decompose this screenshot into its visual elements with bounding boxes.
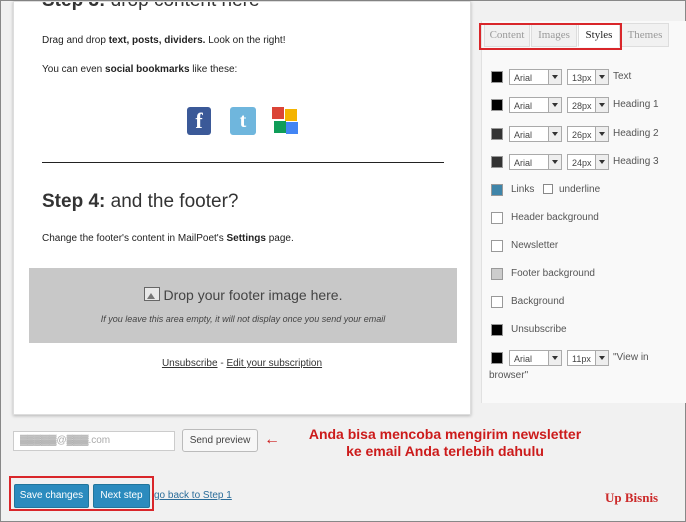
next-step-button[interactable]: Next step [93, 484, 150, 508]
annotation-line-1: Anda bisa mencoba mengirim newsletter [308, 426, 582, 442]
footer-instructions: Change the footer's content in MailPoet'… [42, 233, 294, 244]
text-style-label: Text [613, 71, 632, 82]
heading2-font-select[interactable]: Arial [509, 126, 562, 142]
annotation-arrow-icon: ← [264, 431, 280, 448]
text-size-select[interactable]: 13px [567, 69, 609, 85]
go-back-link[interactable]: go back to Step 1 [154, 490, 232, 501]
chevron-down-icon [595, 98, 608, 112]
underline-label: underline [559, 184, 601, 195]
background-color-swatch[interactable] [491, 296, 503, 308]
panel-tabs: Content Images Styles Themes [479, 23, 686, 50]
annotation-text: Anda bisa mencoba mengirim newsletter ke… [290, 426, 600, 460]
chevron-down-icon [548, 70, 561, 84]
view-in-browser-size-select[interactable]: 11px [567, 350, 609, 366]
heading3-style-label: Heading 3 [613, 156, 659, 167]
editor-side-panel: Content Images Styles Themes Arial 13px … [479, 21, 686, 403]
chevron-down-icon [595, 70, 608, 84]
heading3-color-swatch[interactable] [491, 156, 503, 168]
view-in-browser-label-line1: "View in [613, 352, 649, 363]
chevron-down-icon [548, 127, 561, 141]
heading1-color-swatch[interactable] [491, 99, 503, 111]
unsubscribe-label: Unsubscribe [511, 324, 567, 335]
tabs-highlight-box [479, 23, 622, 50]
heading3-size-select[interactable]: 24px [567, 154, 609, 170]
header-background-color-swatch[interactable] [491, 212, 503, 224]
screenshot-frame: Step 3: drop content here Drag and drop … [0, 0, 686, 522]
save-changes-button[interactable]: Save changes [14, 484, 89, 508]
twitter-icon[interactable]: t [230, 107, 256, 135]
edit-subscription-link[interactable]: Edit your subscription [226, 358, 322, 369]
heading2-style-label: Heading 2 [613, 128, 659, 139]
step4-heading: Step 4: and the footer? [42, 191, 239, 212]
chevron-down-icon [595, 351, 608, 365]
heading2-color-swatch[interactable] [491, 128, 503, 140]
chevron-down-icon [595, 127, 608, 141]
watermark-logo: Up Bisnis [605, 490, 659, 505]
text-color-swatch[interactable] [491, 71, 503, 83]
footer-links: Unsubscribe - Edit your subscription [14, 358, 470, 369]
chevron-down-icon [548, 98, 561, 112]
social-bookmarks-text: You can even social bookmarks like these… [42, 64, 238, 75]
footer-dropzone-note: If you leave this area empty, it will no… [100, 314, 386, 324]
annotation-line-2: ke email Anda terlebih dahulu [346, 443, 544, 459]
chevron-down-icon [548, 155, 561, 169]
newsletter-color-swatch[interactable] [491, 240, 503, 252]
image-icon [143, 287, 160, 301]
links-style-label: Links [511, 184, 535, 195]
chevron-down-icon [548, 351, 561, 365]
footer-image-dropzone[interactable]: Drop your footer image here. If you leav… [29, 268, 457, 343]
drag-drop-text: Drag and drop text, posts, dividers. Loo… [42, 35, 286, 46]
divider-line[interactable] [42, 162, 444, 163]
newsletter-canvas[interactable]: Step 3: drop content here Drag and drop … [13, 1, 471, 415]
heading3-font-select[interactable]: Arial [509, 154, 562, 170]
google-plus-icon[interactable] [272, 107, 298, 135]
preview-email-input[interactable]: ▓▓▓▓▓@▓▓▓.com [13, 431, 175, 451]
step3-heading: Step 3: drop content here [42, 2, 260, 12]
view-in-browser-font-select[interactable]: Arial [509, 350, 562, 366]
heading1-style-label: Heading 1 [613, 99, 659, 110]
text-font-select[interactable]: Arial [509, 69, 562, 85]
send-preview-button[interactable]: Send preview [182, 429, 258, 452]
footer-dropzone-title: Drop your footer image here. [29, 287, 457, 303]
footer-background-color-swatch[interactable] [491, 268, 503, 280]
heading2-size-select[interactable]: 26px [567, 126, 609, 142]
heading1-font-select[interactable]: Arial [509, 97, 562, 113]
header-background-label: Header background [511, 212, 599, 223]
view-in-browser-label-line2: browser" [489, 370, 529, 381]
view-in-browser-color-swatch[interactable] [491, 352, 503, 364]
links-color-swatch[interactable] [491, 184, 503, 196]
facebook-icon[interactable]: f [187, 107, 211, 135]
underline-checkbox[interactable] [543, 184, 553, 194]
unsubscribe-link[interactable]: Unsubscribe [162, 358, 218, 369]
chevron-down-icon [595, 155, 608, 169]
heading1-size-select[interactable]: 28px [567, 97, 609, 113]
background-label: Background [511, 296, 565, 307]
link-separator: - [220, 358, 224, 369]
newsletter-label: Newsletter [511, 240, 559, 251]
tab-themes[interactable]: Themes [621, 23, 669, 47]
footer-background-label: Footer background [511, 268, 595, 279]
unsubscribe-color-swatch[interactable] [491, 324, 503, 336]
